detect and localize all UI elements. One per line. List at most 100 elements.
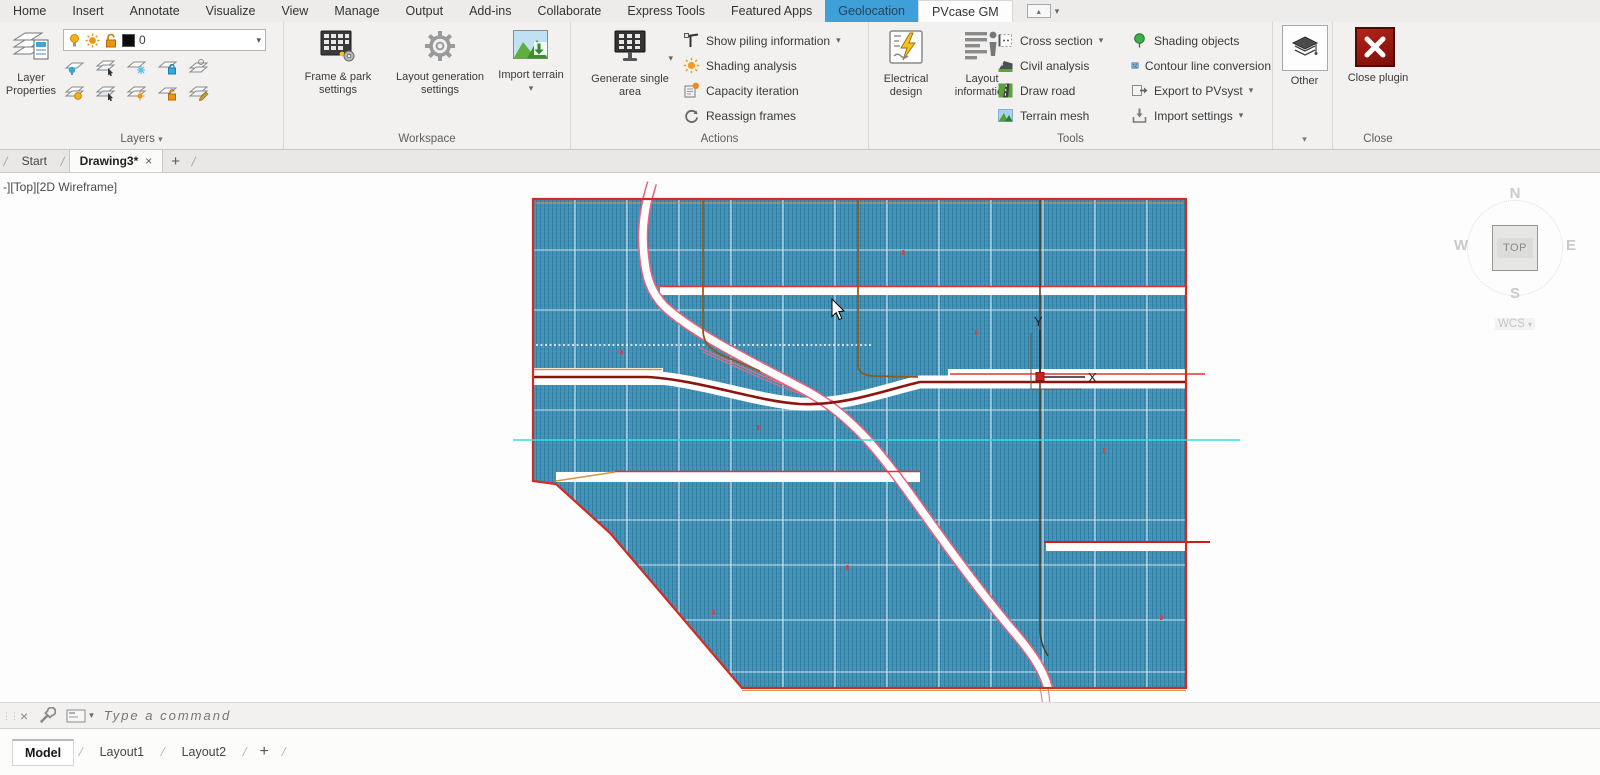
new-layout-button[interactable]: +	[252, 743, 277, 761]
electrical-design-button[interactable]: Electrical design	[873, 25, 939, 99]
wrench-icon[interactable]	[38, 706, 57, 725]
export-to-pvsyst-item[interactable]: Export to PVsyst ▾	[1131, 78, 1271, 103]
drawing-viewport[interactable]: Y X -][Top][2D Wireframe] N W TOP E S WC…	[0, 173, 1600, 702]
civil-analysis-item[interactable]: Civil analysis	[997, 53, 1129, 78]
chevron-down-icon: ▾	[256, 34, 261, 45]
tab-separator: /	[77, 745, 85, 759]
generate-single-area-button[interactable]: Generate single area ▾	[585, 25, 675, 99]
panel-label-close: Close	[1363, 133, 1393, 145]
tab-output[interactable]: Output	[393, 0, 457, 22]
electrical-design-icon	[888, 29, 924, 69]
reassign-frames-icon	[685, 109, 699, 123]
white-band-upper	[660, 286, 1186, 295]
import-terrain-button[interactable]: Import terrain ▾	[498, 25, 564, 95]
layer-thaw-icon[interactable]	[125, 83, 149, 103]
tab-express-tools[interactable]: Express Tools	[614, 0, 718, 22]
collapse-up-icon: ▴	[1026, 4, 1051, 18]
import-terrain-label: Import terrain	[498, 69, 564, 81]
cross-section-item[interactable]: Cross section ▾	[997, 28, 1129, 53]
layers-stack-icon[interactable]	[187, 57, 211, 77]
drawing-canvas[interactable]: Y X	[0, 173, 1600, 702]
viewcube-south[interactable]: S	[1510, 285, 1520, 302]
import-settings-item[interactable]: Import settings ▾	[1131, 103, 1271, 128]
close-command-icon[interactable]: ×	[20, 708, 28, 724]
shading-objects-item[interactable]: Shading objects	[1131, 28, 1271, 53]
frame-park-settings-button[interactable]: Frame & park settings	[294, 25, 382, 97]
panel-label-tools: Tools	[1057, 133, 1084, 145]
tab-view[interactable]: View	[268, 0, 321, 22]
chevron-down-icon: ▾	[1248, 85, 1254, 95]
cross-section-icon	[998, 34, 1012, 47]
layout1-tab[interactable]: Layout1	[88, 740, 156, 764]
contour-line-conversion-item[interactable]: Contour line conversion	[1131, 53, 1271, 78]
panel-label-actions: Actions	[700, 133, 739, 145]
capacity-iteration-icon	[684, 82, 699, 98]
panel-workspace: Frame & park settings Layout generation …	[284, 22, 571, 149]
tab-insert[interactable]: Insert	[59, 0, 116, 22]
ucs-y-label: Y	[1034, 314, 1043, 329]
terrain-mesh-item[interactable]: Terrain mesh	[997, 103, 1129, 128]
sun-icon	[85, 33, 100, 47]
solar-panel-icon	[610, 29, 650, 69]
layout-generation-settings-label: Layout generation settings	[395, 71, 485, 96]
model-tab[interactable]: Model	[12, 738, 75, 766]
capacity-iteration-item[interactable]: Capacity iteration	[683, 78, 841, 103]
viewcube-east[interactable]: E	[1566, 237, 1576, 254]
command-input[interactable]	[103, 708, 504, 723]
layer-edit-icon[interactable]	[187, 83, 211, 103]
layer-lock-icon[interactable]	[156, 57, 180, 77]
new-drawing-button[interactable]: +	[163, 150, 188, 172]
layer-unlock-icon[interactable]	[156, 83, 180, 103]
layer-walk-icon[interactable]	[63, 57, 87, 77]
shading-sun-icon	[683, 57, 700, 74]
other-panel-dropdown[interactable]: ▾	[1277, 134, 1332, 145]
start-tab[interactable]: Start	[12, 150, 57, 172]
close-plugin-button[interactable]	[1355, 27, 1395, 67]
tab-geolocation[interactable]: Geolocation	[825, 0, 919, 22]
piling-icon	[684, 33, 699, 47]
tab-featured-apps[interactable]: Featured Apps	[718, 0, 825, 22]
panel-other: Other ▾	[1277, 22, 1333, 149]
tab-collaborate[interactable]: Collaborate	[524, 0, 614, 22]
layer-dropdown[interactable]: 0 ▾	[63, 29, 266, 51]
viewcube[interactable]: N W TOP E S WCS ▾	[1454, 185, 1576, 345]
ribbon-collapse-control[interactable]: ▴ ▾	[1026, 0, 1059, 22]
draw-road-item[interactable]: Draw road	[997, 78, 1129, 103]
tab-manage[interactable]: Manage	[321, 0, 392, 22]
reassign-frames-item[interactable]: Reassign frames	[683, 103, 841, 128]
viewcube-wcs-menu[interactable]: WCS ▾	[1494, 318, 1536, 330]
other-button[interactable]	[1282, 25, 1328, 71]
layer-match-icon[interactable]	[94, 57, 118, 77]
tab-visualize[interactable]: Visualize	[193, 0, 269, 22]
tab-home[interactable]: Home	[0, 0, 59, 22]
layer-freeze-icon[interactable]	[125, 57, 149, 77]
other-button-label: Other	[1290, 75, 1319, 87]
recent-commands-control[interactable]: ▾	[66, 709, 94, 723]
white-band-right-lower	[1046, 543, 1186, 551]
command-window-icon	[66, 709, 86, 722]
layout2-tab[interactable]: Layout2	[170, 740, 238, 764]
layer-isolate-icon[interactable]	[94, 83, 118, 103]
draw-road-icon	[998, 83, 1013, 98]
layer-properties-icon	[10, 28, 52, 68]
close-tab-icon[interactable]: ×	[145, 154, 152, 168]
tab-annotate[interactable]: Annotate	[117, 0, 193, 22]
tab-add-ins[interactable]: Add-ins	[456, 0, 524, 22]
ribbon-tab-bar: Home Insert Annotate Visualize View Mana…	[0, 0, 1600, 22]
panel-label-layers[interactable]: Layers ▾	[0, 133, 283, 145]
drawing-tab[interactable]: Drawing3* ×	[68, 150, 164, 172]
unlock-icon	[106, 33, 116, 47]
chevron-down-icon: ▾	[836, 35, 841, 45]
contour-line-conversion-icon	[1131, 62, 1139, 69]
tab-pvcase-gm[interactable]: PVcase GM	[918, 0, 1013, 22]
viewport-controls-label[interactable]: -][Top][2D Wireframe]	[3, 180, 117, 194]
viewcube-west[interactable]: W	[1454, 237, 1468, 254]
layer-properties-button[interactable]: Layer Properties	[2, 24, 60, 98]
shading-analysis-item[interactable]: Shading analysis	[683, 53, 841, 78]
layer-on-icon[interactable]	[63, 83, 87, 103]
show-piling-information-item[interactable]: Show piling information ▾	[683, 28, 841, 53]
layout-generation-settings-button[interactable]: Layout generation settings	[386, 25, 494, 97]
drag-handle-icon[interactable]: ⋮⋮	[2, 711, 19, 720]
viewcube-top-face[interactable]: TOP	[1492, 225, 1538, 271]
export-icon	[1132, 85, 1148, 96]
